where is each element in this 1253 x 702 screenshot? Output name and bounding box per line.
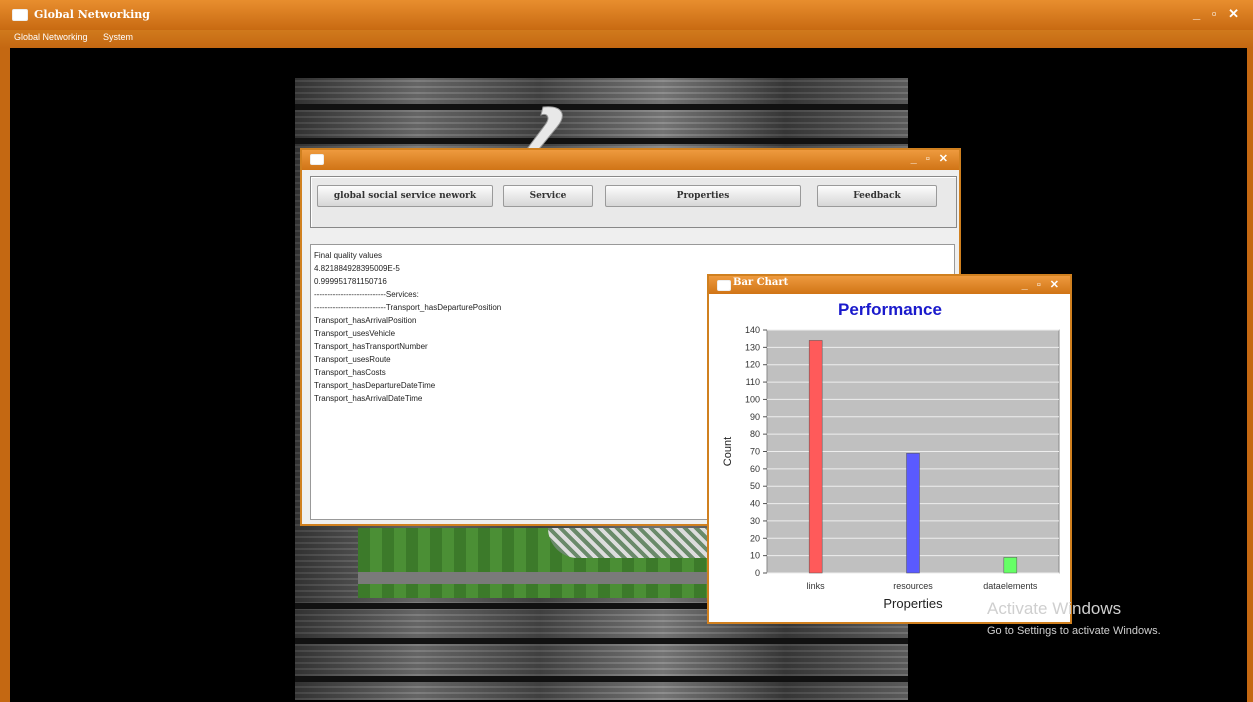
menu-system[interactable]: System [103, 32, 133, 42]
chart-panel: Performance 0 10 20 30 40 50 60 70 80 90 100 110 120 1… [709, 294, 1070, 622]
activation-watermark-title: Activate Windows [987, 599, 1122, 618]
logo-mark-icon [526, 106, 563, 149]
feedback-button[interactable]: Feedback [817, 185, 937, 207]
y-tick-label: 0 [755, 568, 760, 578]
properties-button[interactable]: Properties [605, 185, 801, 207]
main-title-bar[interactable]: Global Networking _ ▫ ✕ [0, 0, 1253, 30]
bar-chart-window-title: Bar Chart [733, 277, 789, 288]
y-tick-label: 30 [750, 516, 760, 526]
x-tick-label: resources [893, 581, 933, 591]
y-tick-label: 10 [750, 551, 760, 561]
window-controls[interactable]: _ ▫ ✕ [1022, 278, 1062, 291]
global-social-service-network-button[interactable]: global social service nework [317, 185, 493, 207]
y-tick-label: 20 [750, 533, 760, 543]
x-tick-label: links [807, 581, 826, 591]
field-image [358, 528, 708, 598]
activation-watermark-subtitle: Go to Settings to activate Windows. [987, 625, 1161, 637]
bar-chart-title-bar[interactable]: Bar Chart _ ▫ ✕ [709, 276, 1070, 294]
app-title: Global Networking [34, 8, 150, 21]
y-tick-label: 40 [750, 499, 760, 509]
output-line: Final quality values [314, 251, 383, 260]
y-tick-label: 130 [745, 342, 760, 352]
window-frame-left [0, 48, 10, 702]
x-axis-label: Properties [883, 596, 943, 611]
y-tick-label: 90 [750, 412, 760, 422]
y-tick-label: 60 [750, 464, 760, 474]
y-axis-label: Count [722, 437, 734, 466]
menu-bar: Global Networking System [0, 30, 1253, 48]
bar-links [808, 340, 823, 574]
window-icon [310, 154, 324, 165]
service-window-title-bar[interactable]: _ ▫ ✕ [302, 150, 959, 170]
y-tick-label: 120 [745, 360, 760, 370]
y-tick-label: 110 [746, 377, 760, 387]
service-button[interactable]: Service [503, 185, 593, 207]
button-panel: global social service nework Service Pro… [310, 176, 957, 228]
y-tick-label: 80 [750, 429, 760, 439]
window-frame-right [1247, 48, 1253, 702]
window-controls[interactable]: _ ▫ ✕ [911, 152, 951, 165]
y-tick-label: 50 [750, 481, 760, 491]
performance-chart: Performance 0 10 20 30 40 50 60 70 80 90 100 110 120 1… [722, 300, 1060, 611]
x-tick-label: dataelements [983, 581, 1038, 591]
menu-global-networking[interactable]: Global Networking [14, 32, 88, 42]
window-icon [717, 280, 731, 291]
main-window: Global Networking _ ▫ ✕ Global Networkin… [0, 0, 1253, 702]
bar-chart-window: Bar Chart _ ▫ ✕ Performance 0 10 20 30 40 50 60… [707, 274, 1072, 624]
y-tick-label: 100 [745, 394, 760, 404]
y-tick-label: 140 [745, 325, 760, 335]
y-tick-label: 70 [750, 447, 760, 457]
bar-dataelements [1003, 557, 1018, 574]
window-controls[interactable]: _ ▫ ✕ [1193, 6, 1243, 22]
bar-resources [906, 452, 920, 574]
chart-title: Performance [838, 300, 942, 319]
window-icon [12, 9, 28, 21]
